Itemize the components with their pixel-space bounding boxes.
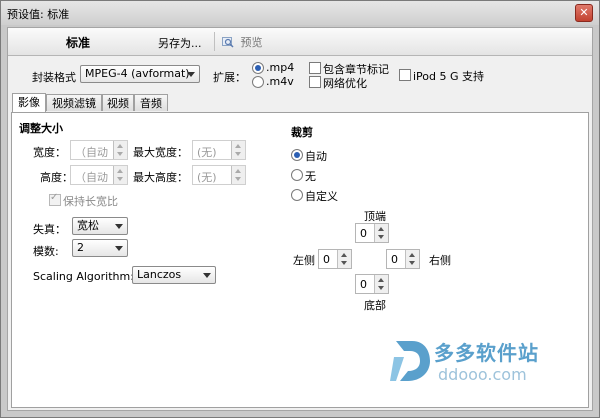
close-button[interactable]: ✕ [575, 4, 593, 22]
container-label: 封装格式 [32, 71, 76, 84]
chevron-down-icon [115, 224, 123, 229]
height-value: （自动 [75, 171, 108, 184]
watermark-cn: 多多软件站 [434, 341, 539, 365]
ext-m4v-label: .m4v [266, 75, 294, 88]
chevron-down-icon [187, 72, 195, 77]
crop-bottom-stepper[interactable] [374, 275, 388, 293]
crop-right-value: 0 [391, 253, 398, 266]
crop-bottom-spinner[interactable]: 0 [355, 274, 389, 294]
crop-right-stepper[interactable] [405, 250, 419, 268]
tab-audio[interactable]: 音频 [134, 94, 168, 111]
crop-bottom-label: 底部 [364, 299, 386, 312]
chevron-down-icon [203, 273, 211, 278]
watermark-logo-icon [390, 341, 430, 381]
max-width-stepper[interactable] [231, 141, 245, 159]
max-height-spinner[interactable]: (无) [192, 165, 246, 185]
watermark: 多多软件站 ddooo.com [390, 335, 558, 387]
modulus-label: 模数: [33, 245, 59, 258]
preset-window: 预设值: 标准 ✕ 标准 另存为... 预览 封装格式 MPEG-4 (avfo… [0, 0, 600, 418]
crop-top-spinner[interactable]: 0 [355, 223, 389, 243]
keep-aspect-checkbox[interactable] [49, 192, 61, 206]
close-icon: ✕ [579, 6, 589, 19]
crop-left-stepper[interactable] [337, 250, 351, 268]
ext-m4v-radio[interactable] [252, 76, 264, 88]
width-stepper[interactable] [113, 141, 127, 159]
crop-top-value: 0 [360, 227, 367, 240]
chapter-markers-checkbox[interactable] [309, 62, 321, 74]
crop-bottom-value: 0 [360, 278, 367, 291]
crop-right-spinner[interactable]: 0 [386, 249, 420, 269]
window-title: 预设值: 标准 [7, 8, 70, 21]
width-value: （自动 [75, 146, 108, 159]
scaling-value: Lanczos [137, 268, 182, 281]
crop-left-label: 左侧 [293, 254, 315, 267]
crop-right-label: 右侧 [429, 254, 451, 267]
anamorphic-label: 失真： [33, 223, 66, 236]
extension-label: 扩展： [213, 71, 246, 84]
tab-video[interactable]: 视频 [102, 94, 134, 111]
anamorphic-value: 宽松 [77, 219, 99, 232]
preview-icon [222, 37, 234, 48]
max-height-value: (无) [197, 171, 217, 184]
preview-button[interactable]: 预览 [222, 34, 263, 50]
ipod-support-checkbox[interactable] [399, 69, 411, 81]
toolbar: 标准 另存为... 预览 [8, 28, 592, 56]
scaling-select[interactable]: Lanczos [132, 266, 216, 284]
ext-mp4-label: .mp4 [266, 61, 295, 74]
modulus-value: 2 [77, 241, 84, 254]
title-bar[interactable]: 预设值: 标准 ✕ [1, 1, 599, 25]
crop-custom-label: 自定义 [305, 190, 338, 203]
height-spinner[interactable]: （自动 [70, 165, 128, 185]
preview-label: 预览 [240, 36, 263, 49]
height-stepper[interactable] [113, 166, 127, 184]
max-width-spinner[interactable]: (无) [192, 140, 246, 160]
web-optimize-checkbox[interactable] [309, 76, 321, 88]
scaling-label: Scaling Algorithm: [33, 270, 134, 283]
max-height-stepper[interactable] [231, 166, 245, 184]
crop-heading: 裁剪 [291, 126, 313, 139]
web-optimize-label: 网络优化 [323, 77, 367, 90]
crop-custom-radio[interactable] [291, 189, 303, 201]
crop-top-label: 顶端 [364, 210, 386, 223]
save-as-button[interactable]: 另存为... [158, 35, 202, 51]
toolbar-separator [214, 32, 215, 51]
height-label: 高度： [40, 171, 73, 184]
chevron-down-icon [115, 246, 123, 251]
watermark-en: ddooo.com [438, 365, 527, 384]
tab-picture[interactable]: 影像 [12, 93, 46, 112]
container-select[interactable]: MPEG-4 (avformat) [80, 65, 200, 83]
width-spinner[interactable]: （自动 [70, 140, 128, 160]
width-label: 宽度： [33, 146, 66, 159]
anamorphic-select[interactable]: 宽松 [72, 217, 128, 235]
ext-mp4-radio[interactable] [252, 62, 264, 74]
keep-aspect-label: 保持长宽比 [63, 195, 118, 208]
tab-video-filters[interactable]: 视频滤镜 [46, 94, 102, 111]
max-width-label: 最大宽度： [133, 146, 188, 159]
crop-auto-label: 自动 [305, 150, 327, 163]
crop-none-radio[interactable] [291, 169, 303, 181]
container-value: MPEG-4 (avformat) [85, 67, 190, 80]
size-heading: 调整大小 [19, 122, 63, 135]
crop-left-spinner[interactable]: 0 [318, 249, 352, 269]
ipod-support-label: iPod 5 G 支持 [413, 70, 485, 83]
crop-auto-radio[interactable] [291, 149, 303, 161]
modulus-select[interactable]: 2 [72, 239, 128, 257]
max-width-value: (无) [197, 146, 217, 159]
crop-none-label: 无 [305, 170, 316, 183]
crop-left-value: 0 [323, 253, 330, 266]
max-height-label: 最大高度： [133, 171, 188, 184]
crop-top-stepper[interactable] [374, 224, 388, 242]
preset-name: 标准 [66, 36, 91, 50]
